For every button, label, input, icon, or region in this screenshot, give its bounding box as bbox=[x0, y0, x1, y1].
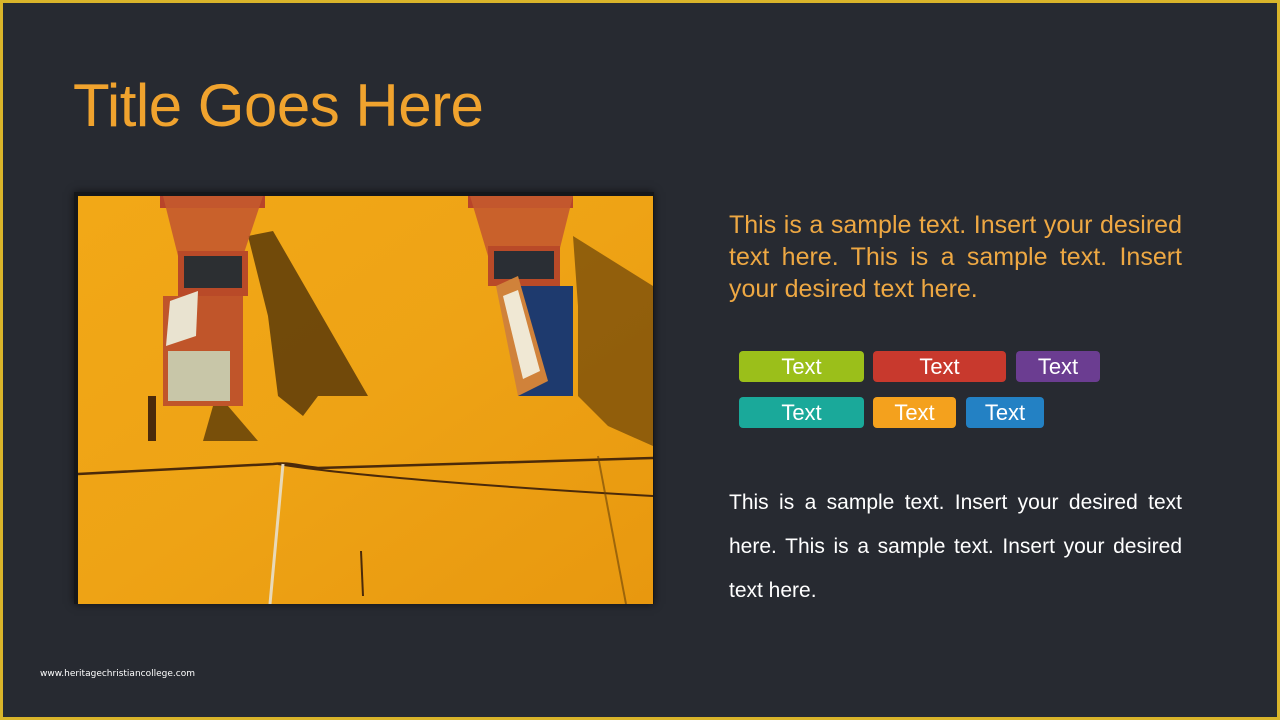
wall-windows-photo bbox=[78, 196, 653, 604]
tag-label: Text bbox=[781, 354, 822, 379]
glass-panes-left bbox=[168, 351, 230, 401]
tag-teal[interactable]: Text bbox=[739, 397, 864, 428]
tag-label: Text bbox=[781, 400, 822, 425]
tag-label: Text bbox=[919, 354, 960, 379]
photo-frame bbox=[74, 192, 654, 604]
tag-orange[interactable]: Text bbox=[873, 397, 956, 428]
slide-title: Title Goes Here bbox=[73, 72, 484, 139]
shutter-left bbox=[148, 396, 156, 441]
body-paragraph: This is a sample text. Insert your desir… bbox=[729, 491, 1182, 602]
tag-label: Text bbox=[1037, 354, 1079, 379]
tag-red[interactable]: Text bbox=[873, 351, 1006, 382]
tag-green[interactable]: Text bbox=[739, 351, 864, 382]
window-panes-left-upper bbox=[184, 256, 242, 288]
tag-blue[interactable]: Text bbox=[966, 397, 1044, 428]
slide: Title Goes Here This is a sample text. I… bbox=[3, 3, 1277, 717]
tag-purple[interactable]: Text bbox=[1016, 351, 1100, 382]
window-panes-right-upper bbox=[494, 251, 554, 279]
footer-url: www.heritagechristiancollege.com bbox=[40, 669, 195, 679]
accent-paragraph: This is a sample text. Insert your desir… bbox=[729, 211, 1182, 303]
tag-label: Text bbox=[894, 400, 935, 425]
tag-label: Text bbox=[984, 400, 1026, 425]
